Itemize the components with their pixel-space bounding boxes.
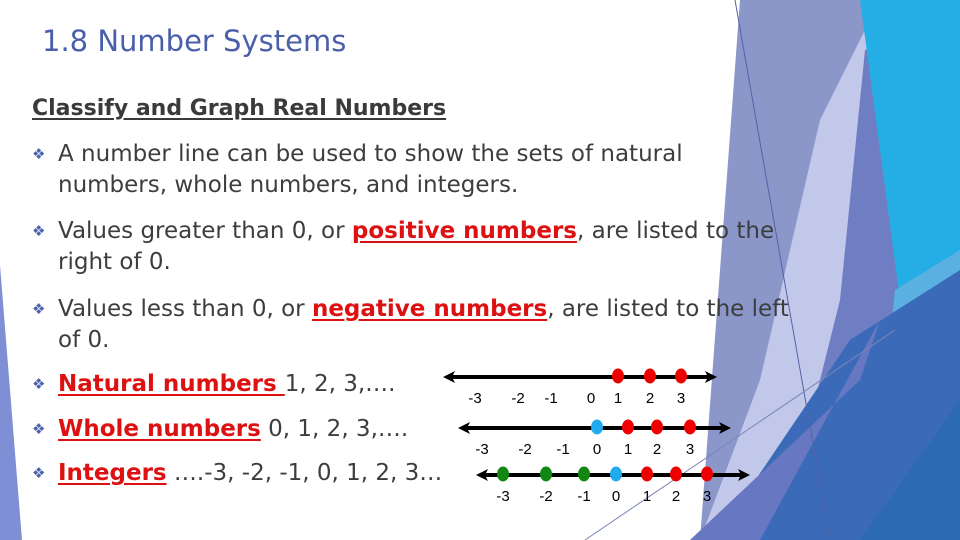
number-line-point — [610, 466, 622, 482]
number-line-point — [684, 419, 696, 435]
number-line-point — [644, 368, 656, 384]
number-line-tick-label: 0 — [587, 390, 595, 407]
number-line-point — [701, 466, 713, 482]
number-line-tick-label: 2 — [646, 390, 654, 407]
number-line-tick-label: 2 — [653, 441, 661, 458]
number-line-tick-label: -3 — [475, 441, 488, 458]
number-line-tick-label: -2 — [539, 488, 552, 505]
number-line-point — [497, 466, 509, 482]
number-line-tick-label: 1 — [624, 441, 632, 458]
number-line-point — [651, 419, 663, 435]
number-line-tick-label: -3 — [496, 488, 509, 505]
number-line-point — [591, 419, 603, 435]
number-line-tick-label: -2 — [518, 441, 531, 458]
number-line-tick-label: 1 — [643, 488, 651, 505]
number-line-point — [675, 368, 687, 384]
number-line-point — [578, 466, 590, 482]
number-line-tick-label: 2 — [672, 488, 680, 505]
number-line-tick-label: 0 — [593, 441, 601, 458]
number-line-tick-label: -1 — [544, 390, 557, 407]
number-line-tick-label: -1 — [556, 441, 569, 458]
number-line-point — [670, 466, 682, 482]
number-line-tick-label: -1 — [577, 488, 590, 505]
number-line-point — [612, 368, 624, 384]
number-line-point — [540, 466, 552, 482]
number-line-tick-label: 1 — [614, 390, 622, 407]
number-line-tick-label: 3 — [677, 390, 685, 407]
number-line-graphics: -3 -2 -1 0 1 2 3 -3 -2 -1 0 1 2 3 -3 -2 -1 0 1 2 3 — [443, 368, 750, 505]
number-line-point — [622, 419, 634, 435]
number-line-tick-label: -3 — [468, 390, 481, 407]
number-line-tick-label: 3 — [686, 441, 694, 458]
number-line-tick-label: -2 — [511, 390, 524, 407]
number-line-tick-label: 0 — [612, 488, 620, 505]
number-line-tick-label: 3 — [703, 488, 711, 505]
number-line-point — [641, 466, 653, 482]
